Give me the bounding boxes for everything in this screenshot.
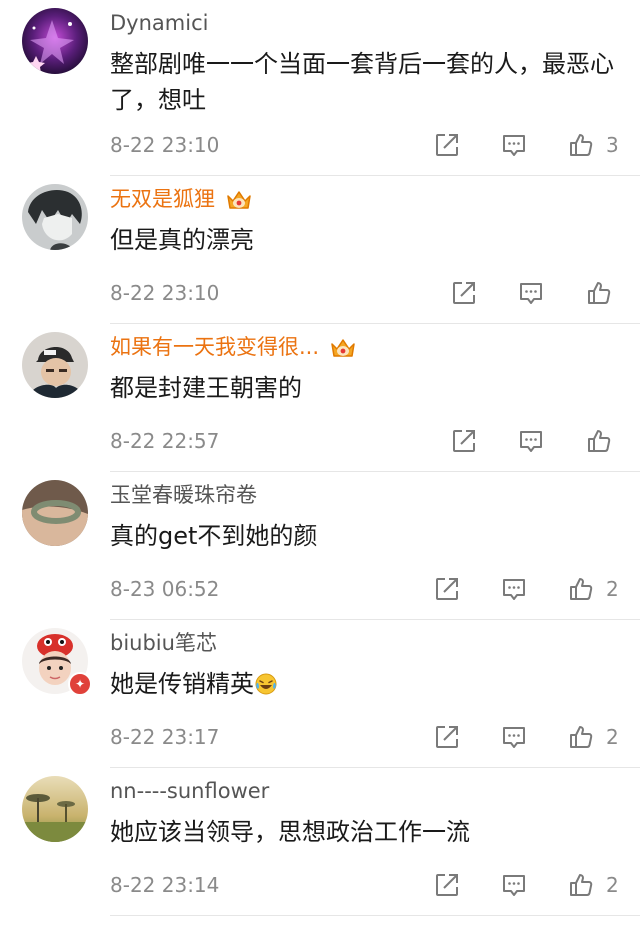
like-button[interactable] — [568, 132, 594, 158]
like-count: 2 — [606, 873, 619, 897]
like-button[interactable] — [568, 872, 594, 898]
comment-button[interactable] — [501, 872, 527, 898]
comment-icon — [503, 727, 525, 748]
share-icon — [436, 578, 458, 600]
thumbs-up-icon — [570, 726, 593, 748]
avatar[interactable] — [22, 776, 88, 842]
thumbs-up-icon — [588, 282, 611, 304]
cap-man-icon — [22, 332, 88, 398]
laugh-cry-emoji — [255, 673, 277, 695]
comment-text: 她是传销精英 — [110, 666, 620, 702]
comment-text-content: 她是传销精英 — [110, 670, 254, 698]
comment-button[interactable] — [501, 724, 527, 750]
avatar[interactable] — [22, 332, 88, 398]
username[interactable]: nn----sunflower — [110, 776, 269, 806]
verified-badge-icon: ✦ — [68, 672, 92, 696]
share-icon — [436, 134, 458, 156]
comment-meta: 8-22 22:57 — [0, 426, 640, 456]
comment-item: ✦ biubiu笔芯 她是传销精英 8-22 23:17 2 — [0, 620, 640, 768]
username[interactable]: biubiu笔芯 — [110, 628, 217, 658]
timestamp: 8-22 23:10 — [110, 133, 220, 157]
like-button[interactable] — [586, 280, 612, 306]
share-button[interactable] — [434, 872, 460, 898]
comment-icon — [503, 135, 525, 156]
timestamp: 8-23 06:52 — [110, 577, 220, 601]
comment-icon — [520, 283, 542, 304]
share-button[interactable] — [451, 428, 477, 454]
comment-text: 她应该当领导，思想政治工作一流 — [110, 818, 470, 846]
avatar[interactable] — [22, 8, 88, 74]
comment-button[interactable] — [518, 280, 544, 306]
avatar[interactable] — [22, 480, 88, 546]
comment-icon — [503, 579, 525, 600]
share-icon — [436, 874, 458, 896]
comment-button[interactable] — [501, 576, 527, 602]
comment-text: 整部剧唯一一个当面一套背后一套的人，最恶心了，想吐 — [110, 50, 614, 114]
comment-item: nn----sunflower 她应该当领导，思想政治工作一流 8-22 23:… — [0, 768, 640, 916]
share-button[interactable] — [451, 280, 477, 306]
timestamp: 8-22 22:57 — [110, 429, 220, 453]
share-button[interactable] — [434, 724, 460, 750]
comment-meta: 8-23 06:52 2 — [0, 574, 640, 604]
comment-meta: 8-22 23:10 3 — [0, 130, 640, 160]
comment-text: 真的get不到她的颜 — [110, 522, 318, 550]
like-count: 3 — [606, 133, 619, 157]
comment-text: 但是真的漂亮 — [110, 226, 254, 254]
timestamp: 8-22 23:17 — [110, 725, 220, 749]
comment-text: 都是封建王朝害的 — [110, 374, 302, 402]
share-icon — [436, 726, 458, 748]
like-button[interactable] — [568, 576, 594, 602]
username-text: 无双是狐狸 — [110, 187, 215, 211]
anime-boy-icon — [22, 184, 88, 250]
comment-item: 玉堂春暖珠帘卷 真的get不到她的颜 8-23 06:52 2 — [0, 472, 640, 620]
share-icon — [453, 430, 475, 452]
comment-button[interactable] — [518, 428, 544, 454]
bracelet-icon — [22, 480, 88, 546]
timestamp: 8-22 23:14 — [110, 873, 220, 897]
starry-purple-icon — [22, 8, 88, 74]
username[interactable]: 玉堂春暖珠帘卷 — [110, 480, 257, 510]
comment-meta: 8-22 23:10 — [0, 278, 640, 308]
share-button[interactable] — [434, 132, 460, 158]
comment-meta: 8-22 23:14 2 — [0, 870, 640, 900]
comment-list: Dynamici 整部剧唯一一个当面一套背后一套的人，最恶心了，想吐 8-22 … — [0, 0, 640, 928]
share-icon — [453, 282, 475, 304]
timestamp: 8-22 23:10 — [110, 281, 220, 305]
vip-crown-icon — [227, 191, 251, 209]
like-button[interactable] — [568, 724, 594, 750]
thumbs-up-icon — [588, 430, 611, 452]
share-button[interactable] — [434, 576, 460, 602]
avatar[interactable] — [22, 184, 88, 250]
vip-crown-icon — [331, 339, 355, 357]
username[interactable]: 无双是狐狸 — [110, 184, 253, 214]
like-count: 2 — [606, 725, 619, 749]
like-button[interactable] — [586, 428, 612, 454]
comment-item: 无双是狐狸 但是真的漂亮 8-22 23:10 — [0, 176, 640, 324]
username[interactable]: 如果有一天我变得很... — [110, 332, 357, 362]
comment-item: Dynamici 整部剧唯一一个当面一套背后一套的人，最恶心了，想吐 8-22 … — [0, 0, 640, 176]
comment-button[interactable] — [501, 132, 527, 158]
username[interactable]: Dynamici — [110, 8, 208, 38]
username-text: 如果有一天我变得很... — [110, 335, 320, 359]
comment-item: 如果有一天我变得很... 都是封建王朝害的 8-22 22:57 — [0, 324, 640, 472]
tree-landscape-icon — [22, 776, 88, 842]
comment-icon — [520, 431, 542, 452]
like-count: 2 — [606, 577, 619, 601]
thumbs-up-icon — [570, 134, 593, 156]
thumbs-up-icon — [570, 874, 593, 896]
thumbs-up-icon — [570, 578, 593, 600]
comment-meta: 8-22 23:17 2 — [0, 722, 640, 752]
comment-icon — [503, 875, 525, 896]
